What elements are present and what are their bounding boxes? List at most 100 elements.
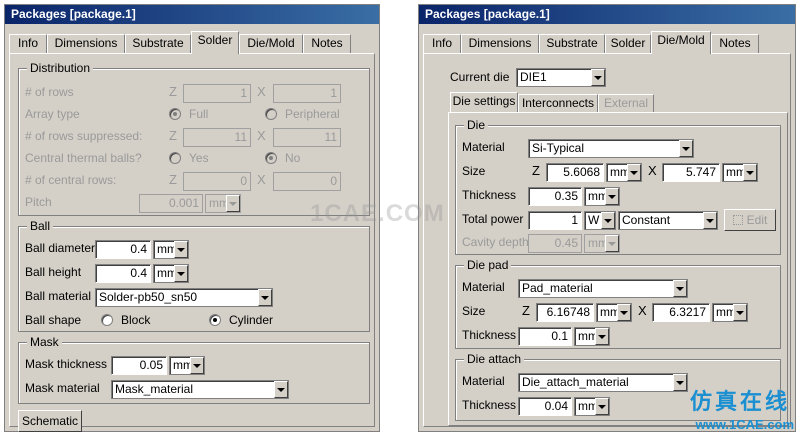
- chevron-down-icon: [190, 357, 204, 374]
- cavity-depth-label: Cavity depth: [462, 235, 529, 249]
- pad-material-select[interactable]: Pad_material: [518, 279, 688, 298]
- pitch-label: Pitch: [25, 195, 52, 209]
- pad-size-z-field[interactable]: 6.16748: [536, 303, 594, 322]
- tab-notes[interactable]: Notes: [711, 34, 759, 53]
- die-size-z-unit-select[interactable]: mm: [606, 163, 642, 182]
- thermal-yes-radio[interactable]: [169, 152, 181, 164]
- mask-material-select[interactable]: Mask_material: [111, 380, 289, 399]
- right-tab-strip: Info Dimensions Substrate Solder Die/Mol…: [423, 31, 791, 54]
- chevron-down-icon: [627, 164, 641, 181]
- power-mode-value: Constant: [622, 213, 671, 227]
- ball-diameter-field[interactable]: 0.4: [95, 240, 151, 259]
- pitch-field[interactable]: 0.001: [139, 194, 203, 213]
- tab-substrate[interactable]: Substrate: [539, 34, 605, 53]
- mask-thickness-field[interactable]: 0.05: [111, 356, 167, 375]
- pad-size-x-unit-select[interactable]: mm: [712, 303, 748, 322]
- mask-thickness-unit-select[interactable]: mm: [169, 356, 205, 375]
- cavity-depth-field[interactable]: 0.45: [528, 234, 582, 253]
- power-unit-select[interactable]: W: [584, 211, 616, 230]
- tab-notes[interactable]: Notes: [303, 34, 351, 53]
- ball-material-select[interactable]: Solder-pb50_sn50: [95, 288, 273, 307]
- shape-cylinder-radio[interactable]: [209, 314, 221, 326]
- tab-die-mold[interactable]: Die/Mold: [239, 34, 303, 53]
- chevron-down-icon: [174, 241, 188, 258]
- mask-material-label: Mask material: [25, 381, 100, 395]
- attach-material-select[interactable]: Die_attach_material: [518, 373, 688, 392]
- rows-x-field[interactable]: 1: [273, 84, 341, 103]
- pad-thickness-unit-select[interactable]: mm: [574, 327, 610, 346]
- attach-thickness-label: Thickness: [462, 398, 517, 412]
- die-settings-body: Die Material Si-Typical Size Z 5.6068 mm…: [448, 112, 788, 426]
- central-z-tag: Z: [169, 172, 177, 187]
- total-power-label: Total power: [462, 212, 524, 226]
- die-material-select[interactable]: Si-Typical: [528, 139, 694, 158]
- array-peripheral-label: Peripheral: [285, 107, 340, 121]
- pitch-unit-select[interactable]: mm: [205, 194, 241, 213]
- ball-height-label: Ball height: [25, 265, 82, 279]
- die-thickness-label: Thickness: [462, 188, 517, 202]
- central-z-field[interactable]: 0: [183, 172, 251, 191]
- tab-info[interactable]: Info: [9, 34, 47, 53]
- tab-dimensions[interactable]: Dimensions: [47, 34, 125, 53]
- tab-die-mold[interactable]: Die/Mold: [651, 31, 711, 54]
- ball-diameter-unit-select[interactable]: mm: [153, 240, 189, 259]
- supp-x-tag: X: [257, 128, 266, 143]
- tab-dimensions[interactable]: Dimensions: [461, 34, 539, 53]
- chevron-down-icon: [591, 69, 605, 86]
- attach-material-value: Die_attach_material: [522, 375, 629, 389]
- array-full-label: Full: [189, 107, 209, 121]
- shape-block-radio[interactable]: [101, 314, 113, 326]
- cavity-unit-select[interactable]: mm: [584, 234, 620, 253]
- die-pad-group: Die pad Material Pad_material Size Z 6.1…: [455, 258, 781, 349]
- chevron-down-icon: [673, 374, 687, 391]
- die-thickness-unit-select[interactable]: mm: [584, 187, 620, 206]
- left-tab-strip: Info Dimensions Substrate Solder Die/Mol…: [9, 31, 375, 54]
- tab-info[interactable]: Info: [423, 34, 461, 53]
- subtab-die-settings[interactable]: Die settings: [450, 92, 518, 112]
- current-die-label: Current die: [450, 70, 510, 84]
- distribution-group: Distribution # of rows Z 1 X 1 Array typ…: [18, 61, 370, 216]
- supp-x-field[interactable]: 11: [273, 128, 341, 147]
- right-package-window: Packages [package.1] Info Dimensions Sub…: [418, 4, 796, 432]
- array-full-radio[interactable]: [169, 108, 181, 120]
- ball-height-unit-select[interactable]: mm: [153, 264, 189, 283]
- subtab-external[interactable]: External: [598, 94, 654, 113]
- subtab-interconnects[interactable]: Interconnects: [518, 94, 598, 113]
- pad-thickness-field[interactable]: 0.1: [518, 327, 572, 346]
- chevron-down-icon: [605, 188, 619, 205]
- pad-material-value: Pad_material: [522, 281, 593, 295]
- supp-z-field[interactable]: 11: [183, 128, 251, 147]
- die-size-x-field[interactable]: 5.747: [662, 163, 720, 182]
- chevron-down-icon: [258, 289, 272, 306]
- die-thickness-field[interactable]: 0.35: [528, 187, 582, 206]
- array-peripheral-radio[interactable]: [265, 108, 277, 120]
- die-pad-title: Die pad: [464, 258, 512, 272]
- die-size-label: Size: [462, 164, 486, 178]
- tab-solder[interactable]: Solder: [191, 31, 239, 54]
- rows-z-field[interactable]: 1: [183, 84, 251, 103]
- central-x-field[interactable]: 0: [273, 172, 341, 191]
- tab-solder[interactable]: Solder: [605, 34, 651, 53]
- tab-substrate[interactable]: Substrate: [125, 34, 191, 53]
- pad-size-x-field[interactable]: 6.3217: [652, 303, 710, 322]
- edit-icon: [732, 215, 743, 225]
- schematic-button[interactable]: Schematic: [18, 410, 82, 432]
- attach-thickness-field[interactable]: 0.04: [518, 397, 572, 416]
- die-size-x-unit-select[interactable]: mm: [722, 163, 758, 182]
- mask-material-value: Mask_material: [115, 382, 194, 396]
- die-size-z-field[interactable]: 5.6068: [546, 163, 604, 182]
- pad-size-label: Size: [462, 304, 486, 318]
- die-material-value: Si-Typical: [532, 141, 585, 155]
- shape-block-label: Block: [121, 313, 151, 327]
- ball-height-field[interactable]: 0.4: [95, 264, 151, 283]
- total-power-field[interactable]: 1: [528, 211, 582, 230]
- current-die-select[interactable]: DIE1: [516, 68, 606, 87]
- power-mode-select[interactable]: Constant: [618, 211, 718, 230]
- left-window-title: Packages [package.1]: [5, 5, 379, 24]
- rows-label: # of rows: [25, 85, 74, 99]
- pad-size-z-unit-select[interactable]: mm: [596, 303, 632, 322]
- logo-chinese: 仿真在线: [689, 390, 790, 415]
- attach-thickness-unit-select[interactable]: mm: [574, 397, 610, 416]
- edit-button[interactable]: Edit: [724, 209, 776, 231]
- thermal-no-radio[interactable]: [265, 152, 277, 164]
